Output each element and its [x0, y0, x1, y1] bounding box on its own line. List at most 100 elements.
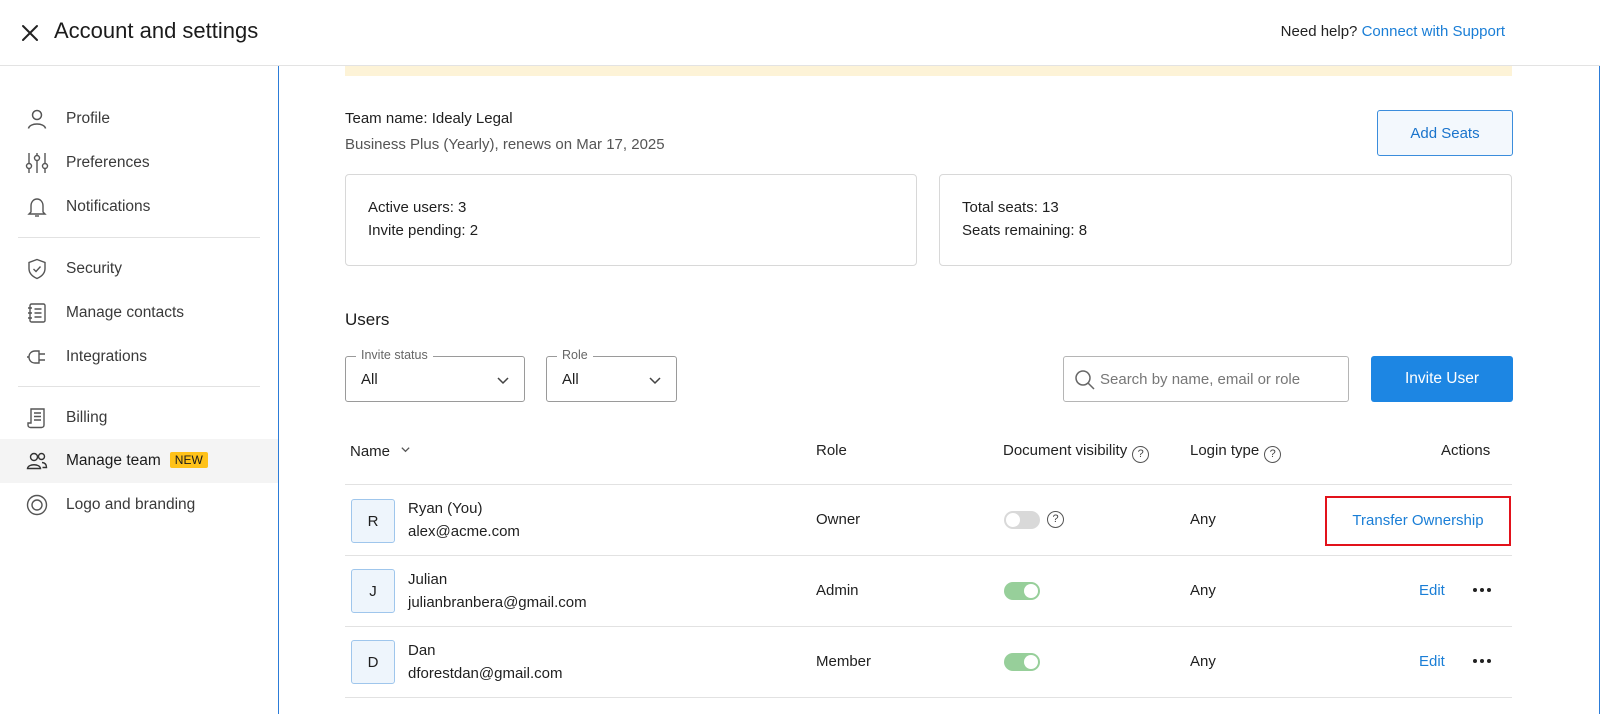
- sidebar-item-profile[interactable]: Profile: [0, 97, 278, 141]
- user-name: Dan: [408, 642, 436, 659]
- user-role: Admin: [816, 582, 859, 599]
- person-icon: [25, 107, 49, 131]
- chevron-down-icon: [496, 373, 510, 387]
- toggle-knob: [1024, 655, 1038, 669]
- avatar: D: [351, 640, 395, 684]
- transfer-ownership-button[interactable]: Transfer Ownership: [1325, 496, 1511, 546]
- edit-button[interactable]: Edit: [1419, 653, 1445, 670]
- more-options-icon[interactable]: [1470, 653, 1494, 669]
- name-header-label: Name: [350, 443, 391, 460]
- total-seats-stat: Total seats: 13: [962, 199, 1059, 216]
- table-divider: [345, 697, 1512, 698]
- sidebar-item-label: Security: [66, 260, 122, 277]
- invite-pending-stat: Invite pending: 2: [368, 222, 479, 239]
- invite-status-label: Invite status: [356, 348, 433, 362]
- sliders-icon: [25, 151, 49, 175]
- sidebar-item-label: Preferences: [66, 154, 150, 171]
- contacts-icon: [25, 301, 49, 325]
- help-question-icon[interactable]: ?: [1047, 511, 1064, 528]
- table-divider: [345, 484, 1512, 485]
- sidebar-item-preferences[interactable]: Preferences: [0, 141, 278, 185]
- edit-button[interactable]: Edit: [1419, 582, 1445, 599]
- active-users-stat: Active users: 3: [368, 199, 467, 216]
- users-stat-card: Active users: 3 Invite pending: 2: [345, 174, 917, 266]
- plan-info: Business Plus (Yearly), renews on Mar 17…: [345, 136, 665, 153]
- table-divider: [345, 626, 1512, 627]
- user-email: alex@acme.com: [408, 523, 520, 540]
- avatar: J: [351, 569, 395, 613]
- sidebar-item-label: Profile: [66, 110, 110, 127]
- visibility-header-label: Document visibility: [1003, 442, 1128, 459]
- chevron-down-icon: [648, 373, 662, 387]
- sidebar-divider: [18, 386, 260, 387]
- sidebar-item-security[interactable]: Security: [0, 247, 278, 291]
- invite-user-button[interactable]: Invite User: [1371, 356, 1513, 402]
- user-name: Julian: [408, 571, 448, 588]
- top-bar: Account and settings Need help? Connect …: [0, 0, 1600, 66]
- sidebar: Profile Preferences Notifications Securi…: [0, 66, 278, 714]
- role-column-header: Role: [816, 442, 847, 459]
- login-column-header: Login type?: [1190, 442, 1282, 463]
- visibility-column-header: Document visibility?: [1003, 442, 1150, 463]
- sidebar-item-logo-branding[interactable]: Logo and branding: [0, 483, 278, 527]
- user-email: julianbranbera@gmail.com: [408, 594, 587, 611]
- help-section: Need help? Connect with Support: [1281, 23, 1505, 40]
- role-value: All: [562, 371, 579, 388]
- team-name: Team name: Idealy Legal: [345, 110, 513, 127]
- search-field[interactable]: [1063, 356, 1349, 402]
- sidebar-item-label: Billing: [66, 409, 108, 426]
- shield-icon: [25, 257, 49, 281]
- sidebar-item-label: Logo and branding: [66, 496, 196, 513]
- sidebar-item-label: Manage team NEW: [66, 452, 208, 470]
- main-panel: Team name: Idealy Legal Business Plus (Y…: [278, 66, 1600, 714]
- sidebar-item-label: Notifications: [66, 198, 151, 215]
- visibility-toggle[interactable]: [1004, 582, 1040, 600]
- seats-stat-card: Total seats: 13 Seats remaining: 8: [939, 174, 1512, 266]
- add-seats-button[interactable]: Add Seats: [1377, 110, 1513, 156]
- chevron-down-icon: [400, 442, 411, 459]
- search-icon: [1074, 369, 1096, 391]
- bell-icon: [25, 195, 49, 219]
- role-select[interactable]: Role All: [546, 348, 677, 402]
- sidebar-item-manage-team[interactable]: Manage team NEW: [0, 439, 278, 483]
- seats-remaining-stat: Seats remaining: 8: [962, 222, 1088, 239]
- visibility-toggle[interactable]: [1004, 511, 1040, 529]
- new-badge: NEW: [169, 452, 208, 468]
- help-question-icon[interactable]: ?: [1132, 446, 1150, 463]
- more-options-icon[interactable]: [1470, 582, 1494, 598]
- user-role: Member: [816, 653, 872, 670]
- sidebar-item-label: Manage contacts: [66, 304, 185, 321]
- login-type: Any: [1190, 582, 1216, 599]
- table-divider: [345, 555, 1512, 556]
- page-title: Account and settings: [54, 18, 259, 43]
- invite-status-select[interactable]: Invite status All: [345, 348, 525, 402]
- sidebar-item-label: Integrations: [66, 348, 147, 365]
- toggle-knob: [1006, 513, 1020, 527]
- visibility-toggle[interactable]: [1004, 653, 1040, 671]
- notice-banner: [345, 66, 1512, 76]
- receipt-icon: [25, 406, 49, 430]
- name-column-header[interactable]: Name: [350, 442, 411, 460]
- close-icon[interactable]: [18, 21, 42, 45]
- avatar: R: [351, 499, 395, 543]
- manage-team-text: Manage team: [66, 452, 161, 469]
- user-name: Ryan (You): [408, 500, 483, 517]
- user-email: dforestdan@gmail.com: [408, 665, 563, 682]
- login-type: Any: [1190, 653, 1216, 670]
- sidebar-item-notifications[interactable]: Notifications: [0, 185, 278, 229]
- help-question-icon[interactable]: ?: [1264, 446, 1282, 463]
- help-text: Need help?: [1280, 23, 1358, 40]
- toggle-knob: [1024, 584, 1038, 598]
- sidebar-item-integrations[interactable]: Integrations: [0, 335, 278, 379]
- support-link[interactable]: Connect with Support: [1362, 23, 1505, 40]
- login-header-label: Login type: [1190, 442, 1260, 459]
- actions-column-header: Actions: [1441, 442, 1491, 459]
- invite-status-value: All: [361, 371, 378, 388]
- user-role: Owner: [816, 511, 861, 528]
- sidebar-item-billing[interactable]: Billing: [0, 396, 278, 440]
- users-section-title: Users: [345, 310, 390, 329]
- branding-icon: [25, 493, 49, 517]
- sidebar-item-manage-contacts[interactable]: Manage contacts: [0, 291, 278, 335]
- search-input[interactable]: [1100, 365, 1340, 393]
- role-label: Role: [557, 348, 593, 362]
